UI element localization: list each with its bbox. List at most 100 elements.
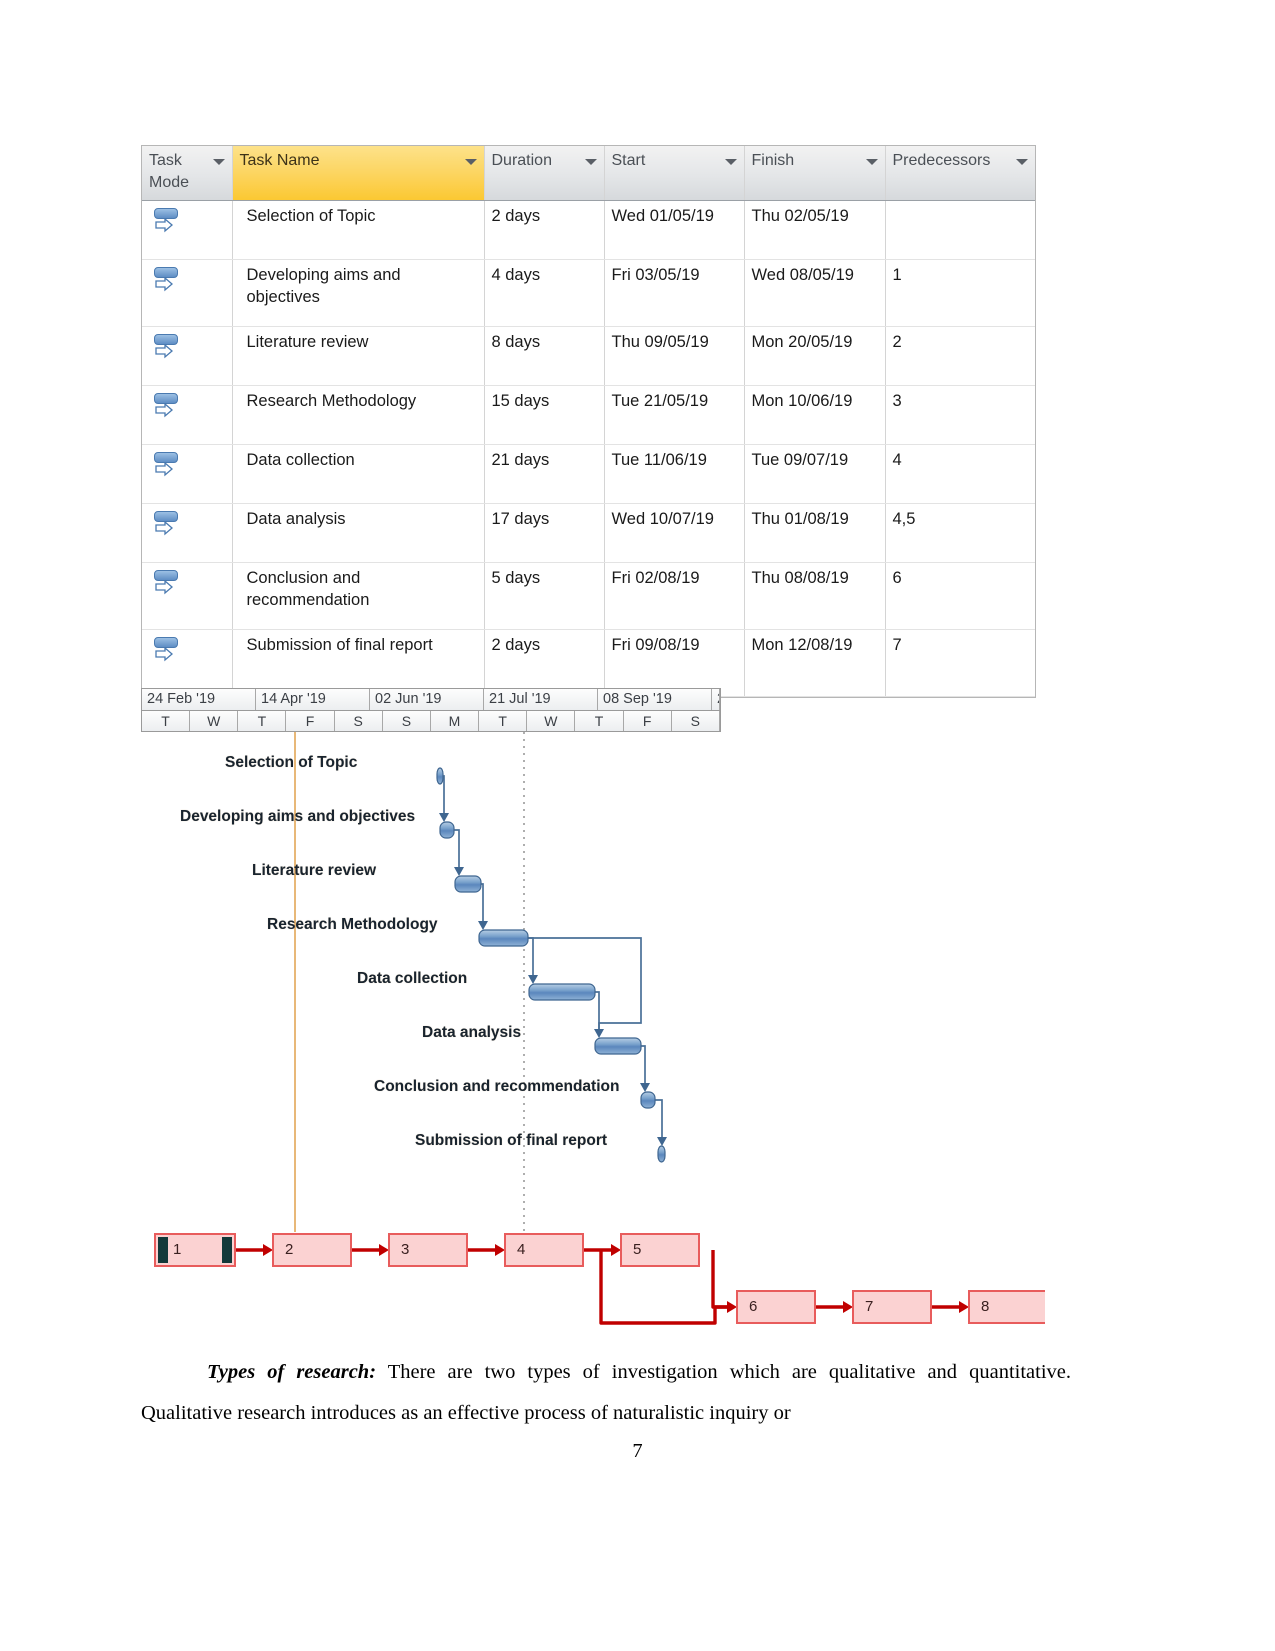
cell-duration[interactable]: 2 days <box>484 629 605 697</box>
cell-finish[interactable]: Mon 20/05/19 <box>744 326 886 386</box>
cell-task-mode[interactable] <box>142 259 233 327</box>
table-row[interactable]: Developing aims and objectives 4 days Fri … <box>142 259 1035 327</box>
cell-task-name[interactable]: Developing aims and objectives <box>232 259 485 327</box>
cell-task-mode[interactable] <box>142 200 233 260</box>
column-header-label: Duration <box>491 152 552 169</box>
gantt-task-bar[interactable] <box>528 983 596 1001</box>
cell-predecessors[interactable]: 7 <box>885 629 1035 697</box>
auto-schedule-icon[interactable] <box>154 333 180 363</box>
cell-start[interactable]: Wed 10/07/19 <box>604 503 745 563</box>
network-arrowhead <box>611 1244 621 1256</box>
cell-predecessors[interactable]: 2 <box>885 326 1035 386</box>
cell-duration[interactable]: 8 days <box>484 326 605 386</box>
gantt-task-bar[interactable] <box>454 875 482 893</box>
chevron-down-icon[interactable] <box>464 159 477 165</box>
cell-start[interactable]: Wed 01/05/19 <box>604 200 745 260</box>
gantt-timeline-day-cell: F <box>624 711 672 731</box>
cell-task-name[interactable]: Literature review <box>232 326 485 386</box>
auto-schedule-icon[interactable] <box>154 636 180 666</box>
gantt-dependency-link <box>641 1045 646 1083</box>
cell-task-name[interactable]: Research Methodology <box>232 385 485 445</box>
cell-task-mode[interactable] <box>142 562 233 630</box>
table-row[interactable]: Data analysis 17 days Wed 10/07/19 Thu 01/0… <box>142 503 1035 563</box>
table-row[interactable]: Conclusion and recommendation 5 days Fri 0… <box>142 562 1035 630</box>
cell-duration[interactable]: 2 days <box>484 200 605 260</box>
cell-duration[interactable]: 17 days <box>484 503 605 563</box>
network-critical-marker <box>158 1237 168 1263</box>
project-task-table: Task Mode Task Name Duration Start Finis… <box>141 145 1036 698</box>
auto-schedule-arrow <box>155 344 173 359</box>
cell-finish[interactable]: Thu 02/05/19 <box>744 200 886 260</box>
cell-finish[interactable]: Thu 08/08/19 <box>744 562 886 630</box>
cell-finish[interactable]: Thu 01/08/19 <box>744 503 886 563</box>
column-header-duration[interactable]: Duration <box>484 146 605 201</box>
cell-task-name[interactable]: Submission of final report <box>232 629 485 697</box>
cell-predecessors[interactable]: 4 <box>885 444 1035 504</box>
chevron-down-icon[interactable] <box>865 159 878 165</box>
gantt-task-bar[interactable] <box>478 929 529 947</box>
cell-start[interactable]: Thu 09/05/19 <box>604 326 745 386</box>
cell-task-mode[interactable] <box>142 444 233 504</box>
cell-predecessors[interactable]: 4,5 <box>885 503 1035 563</box>
gantt-task-bar[interactable] <box>594 1037 642 1055</box>
cell-task-name[interactable]: Conclusion and recommendation <box>232 562 485 630</box>
cell-task-name[interactable]: Data analysis <box>232 503 485 563</box>
auto-schedule-icon[interactable] <box>154 510 180 540</box>
cell-predecessors[interactable]: 6 <box>885 562 1035 630</box>
network-arrowhead <box>959 1301 969 1313</box>
table-row[interactable]: Literature review 8 days Thu 09/05/19 Mon 2… <box>142 326 1035 386</box>
column-header-task-name[interactable]: Task Name <box>232 146 485 201</box>
cell-task-name[interactable]: Selection of Topic <box>232 200 485 260</box>
gantt-bar-label: Literature review <box>252 862 377 879</box>
network-critical-marker <box>222 1237 232 1263</box>
gantt-task-bar[interactable] <box>436 767 444 785</box>
chevron-down-icon[interactable] <box>584 159 597 165</box>
table-row[interactable]: Selection of Topic 2 days Wed 01/05/19 Thu … <box>142 200 1035 260</box>
cell-finish[interactable]: Tue 09/07/19 <box>744 444 886 504</box>
auto-schedule-arrow <box>155 580 173 595</box>
cell-start[interactable]: Fri 09/08/19 <box>604 629 745 697</box>
gantt-bar-label: Data collection <box>357 970 468 987</box>
cell-task-name[interactable]: Data collection <box>232 444 485 504</box>
chevron-down-icon[interactable] <box>212 159 225 165</box>
gantt-timeline-day-cell: T <box>142 711 191 731</box>
cell-finish[interactable]: Mon 10/06/19 <box>744 385 886 445</box>
cell-task-mode[interactable] <box>142 385 233 445</box>
cell-duration[interactable]: 15 days <box>484 385 605 445</box>
gantt-task-bar[interactable] <box>640 1091 656 1109</box>
table-row[interactable]: Submission of final report 2 days Fri 09/0… <box>142 629 1035 697</box>
cell-start[interactable]: Fri 03/05/19 <box>604 259 745 327</box>
cell-start[interactable]: Tue 11/06/19 <box>604 444 745 504</box>
auto-schedule-icon[interactable] <box>154 207 180 237</box>
column-header-task-mode[interactable]: Task Mode <box>142 146 233 201</box>
auto-schedule-icon[interactable] <box>154 451 180 481</box>
chevron-down-icon[interactable] <box>1016 159 1028 165</box>
auto-schedule-icon[interactable] <box>154 569 180 599</box>
cell-task-mode[interactable] <box>142 503 233 563</box>
cell-duration[interactable]: 5 days <box>484 562 605 630</box>
cell-predecessors[interactable]: 3 <box>885 385 1035 445</box>
auto-schedule-icon[interactable] <box>154 266 180 296</box>
cell-finish[interactable]: Mon 12/08/19 <box>744 629 886 697</box>
document-page: Task Mode Task Name Duration Start Finis… <box>0 0 1275 1651</box>
cell-task-mode[interactable] <box>142 629 233 697</box>
gantt-task-bar[interactable] <box>439 821 455 839</box>
cell-duration[interactable]: 21 days <box>484 444 605 504</box>
cell-start[interactable]: Tue 21/05/19 <box>604 385 745 445</box>
auto-schedule-icon[interactable] <box>154 392 180 422</box>
cell-predecessors[interactable]: 1 <box>885 259 1035 327</box>
column-header-start[interactable]: Start <box>604 146 745 201</box>
cell-duration[interactable]: 4 days <box>484 259 605 327</box>
column-header-predecessors[interactable]: Predecessors <box>885 146 1035 201</box>
column-header-finish[interactable]: Finish <box>744 146 886 201</box>
network-node-label: 1 <box>173 1241 182 1258</box>
cell-start[interactable]: Fri 02/08/19 <box>604 562 745 630</box>
gantt-timeline-day-cell: W <box>190 711 239 731</box>
table-row[interactable]: Data collection 21 days Tue 11/06/19 Tue 09… <box>142 444 1035 504</box>
chevron-down-icon[interactable] <box>724 159 737 165</box>
table-row[interactable]: Research Methodology 15 days Tue 21/05/19 M… <box>142 385 1035 445</box>
cell-finish[interactable]: Wed 08/05/19 <box>744 259 886 327</box>
gantt-task-bar[interactable] <box>657 1145 666 1163</box>
cell-predecessors[interactable] <box>885 200 1035 260</box>
cell-task-mode[interactable] <box>142 326 233 386</box>
